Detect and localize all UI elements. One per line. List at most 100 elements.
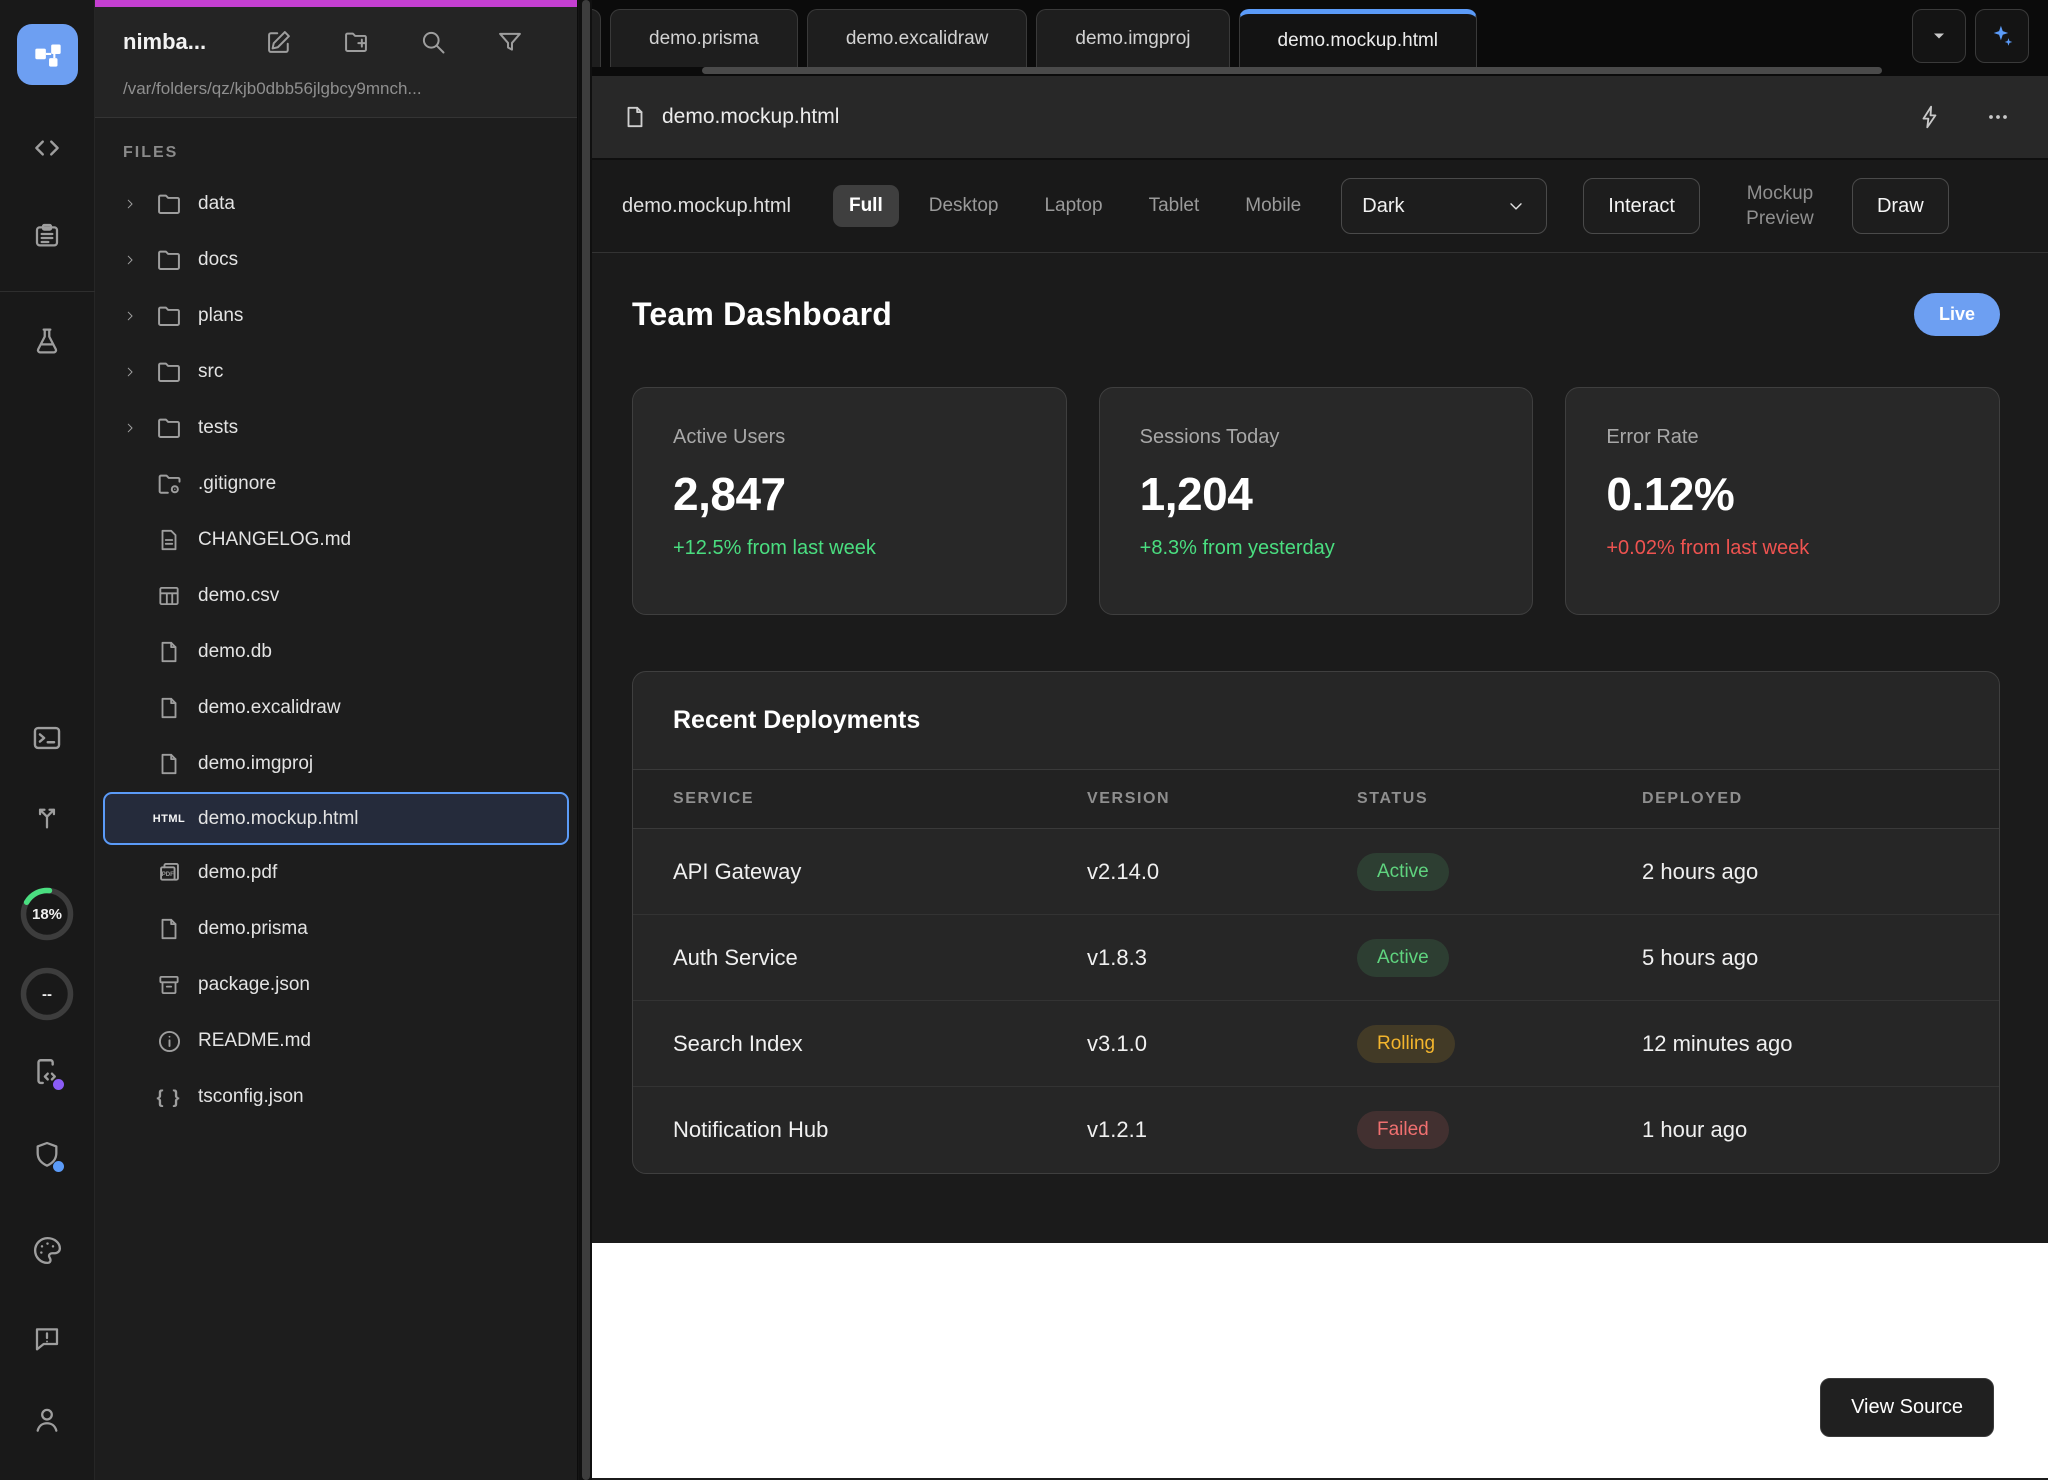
- idle-ring[interactable]: --: [18, 965, 76, 1023]
- view-source-button[interactable]: View Source: [1820, 1378, 1994, 1437]
- deployments-title: Recent Deployments: [633, 672, 1999, 769]
- deployed-cell: 2 hours ago: [1642, 859, 1959, 885]
- chevron-right-icon[interactable]: [123, 308, 137, 324]
- tab-overflow-button[interactable]: [1912, 9, 1966, 63]
- idle-ring-label: --: [18, 965, 76, 1023]
- status-badge: Failed: [1357, 1111, 1449, 1149]
- version-cell: v1.8.3: [1087, 945, 1357, 971]
- stats-row: Active Users 2,847 +12.5% from last week…: [632, 387, 2000, 615]
- ai-sparkle-button[interactable]: [1975, 9, 2029, 63]
- file-row-readme[interactable]: README.md: [95, 1013, 577, 1069]
- quick-action-icon[interactable]: [1910, 97, 1950, 137]
- file-name: .gitignore: [198, 473, 276, 495]
- folder-icon: [153, 358, 185, 386]
- flask-icon[interactable]: [28, 322, 66, 360]
- draw-button[interactable]: Draw: [1852, 178, 1949, 234]
- file-row-demo-mockup-html[interactable]: HTML demo.mockup.html: [103, 792, 569, 845]
- package-icon: [153, 972, 185, 998]
- shield-icon[interactable]: [28, 1136, 66, 1174]
- rail-divider: [0, 291, 95, 292]
- status-badge: Rolling: [1357, 1025, 1455, 1063]
- file-row-plans[interactable]: plans: [95, 288, 577, 344]
- tab-label: demo.prisma: [649, 28, 759, 50]
- tab-demo-prisma[interactable]: demo.prisma: [610, 9, 798, 67]
- tab-scrollbar[interactable]: [702, 67, 1882, 74]
- file-row-demo-prisma[interactable]: demo.prisma: [95, 901, 577, 957]
- tab-demo-mockup-html[interactable]: demo.mockup.html: [1239, 9, 1478, 67]
- search-icon[interactable]: [418, 27, 448, 57]
- new-folder-icon[interactable]: [341, 27, 371, 57]
- progress-ring[interactable]: 18%: [18, 885, 76, 943]
- column-header-service: SERVICE: [673, 790, 1087, 808]
- code-icon[interactable]: [28, 129, 66, 167]
- file-row-package-json[interactable]: package.json: [95, 957, 577, 1013]
- filter-icon[interactable]: [495, 27, 525, 57]
- sparkle-icon: [1989, 23, 2015, 49]
- file-icon: [622, 104, 648, 130]
- file-row-demo-db[interactable]: demo.db: [95, 624, 577, 680]
- palette-icon[interactable]: [28, 1231, 66, 1269]
- file-row-tsconfig[interactable]: { } tsconfig.json: [95, 1069, 577, 1125]
- file-name: README.md: [198, 1030, 311, 1052]
- file-row-docs[interactable]: docs: [95, 232, 577, 288]
- file-name: demo.db: [198, 641, 272, 663]
- account-icon[interactable]: [28, 1401, 66, 1439]
- theme-select-value: Dark: [1362, 195, 1506, 218]
- theme-select[interactable]: Dark: [1341, 178, 1547, 234]
- service-cell: Search Index: [673, 1031, 1087, 1057]
- chevron-right-icon[interactable]: [123, 420, 137, 436]
- stat-label: Sessions Today: [1140, 426, 1493, 449]
- config-folder-icon: [153, 470, 185, 498]
- tab-demo-csv-partial[interactable]: sv: [592, 9, 601, 67]
- app-logo-icon[interactable]: [17, 24, 78, 85]
- file-row-demo-imgproj[interactable]: demo.imgproj: [95, 736, 577, 792]
- tab-label: demo.excalidraw: [846, 28, 989, 50]
- file-row-demo-pdf[interactable]: PDF demo.pdf: [95, 845, 577, 901]
- file-row-gitignore[interactable]: .gitignore: [95, 456, 577, 512]
- service-cell: Notification Hub: [673, 1117, 1087, 1143]
- file-row-demo-excalidraw[interactable]: demo.excalidraw: [95, 680, 577, 736]
- viewport-tablet-button[interactable]: Tablet: [1133, 185, 1216, 227]
- device-code-icon[interactable]: [28, 1054, 66, 1092]
- viewport-mobile-button[interactable]: Mobile: [1229, 185, 1317, 227]
- stat-label: Active Users: [673, 426, 1026, 449]
- interact-button[interactable]: Interact: [1583, 178, 1700, 234]
- service-cell: Auth Service: [673, 945, 1087, 971]
- terminal-icon[interactable]: [28, 719, 66, 757]
- more-options-icon[interactable]: [1978, 97, 2018, 137]
- clipboard-icon[interactable]: [28, 217, 66, 255]
- viewport-desktop-button[interactable]: Desktop: [913, 185, 1015, 227]
- branch-icon[interactable]: [28, 797, 66, 835]
- file-row-src[interactable]: src: [95, 344, 577, 400]
- chevron-down-icon: [1929, 26, 1949, 46]
- table-row: API Gateway v2.14.0 Active 2 hours ago: [633, 829, 1999, 915]
- file-row-changelog[interactable]: CHANGELOG.md: [95, 512, 577, 568]
- mockup-preview: Team Dashboard Live Active Users 2,847 +…: [592, 253, 2048, 1243]
- deployed-cell: 1 hour ago: [1642, 1117, 1959, 1143]
- viewport-laptop-button[interactable]: Laptop: [1028, 185, 1118, 227]
- tab-bar: sv demo.prisma demo.excalidraw demo.imgp…: [592, 0, 2048, 76]
- tab-demo-excalidraw[interactable]: demo.excalidraw: [807, 9, 1028, 67]
- file-row-tests[interactable]: tests: [95, 400, 577, 456]
- tab-demo-imgproj[interactable]: demo.imgproj: [1036, 9, 1229, 67]
- stat-change: +8.3% from yesterday: [1140, 537, 1493, 560]
- viewport-full-button[interactable]: Full: [833, 185, 899, 227]
- file-icon: [153, 695, 185, 721]
- edit-icon[interactable]: [264, 27, 294, 57]
- file-row-demo-csv[interactable]: demo.csv: [95, 568, 577, 624]
- workspace-header: nimba... /var/folders/qz/kjb0dbb56jlgbcy…: [95, 7, 577, 118]
- chevron-right-icon[interactable]: [123, 364, 137, 380]
- vertical-scrollbar[interactable]: [582, 0, 590, 1480]
- tab-label: demo.mockup.html: [1278, 30, 1439, 52]
- workspace-title: nimba...: [123, 29, 206, 55]
- chevron-right-icon[interactable]: [123, 196, 137, 212]
- chevron-right-icon[interactable]: [123, 252, 137, 268]
- editor-area: sv demo.prisma demo.excalidraw demo.imgp…: [592, 0, 2048, 1480]
- feedback-icon[interactable]: [28, 1319, 66, 1357]
- pdf-icon: PDF: [153, 860, 185, 887]
- file-name: CHANGELOG.md: [198, 529, 351, 551]
- file-name: src: [198, 361, 223, 383]
- file-row-data[interactable]: data: [95, 176, 577, 232]
- file-name: demo.excalidraw: [198, 697, 341, 719]
- app-window: 18% -- nimba: [0, 0, 2048, 1480]
